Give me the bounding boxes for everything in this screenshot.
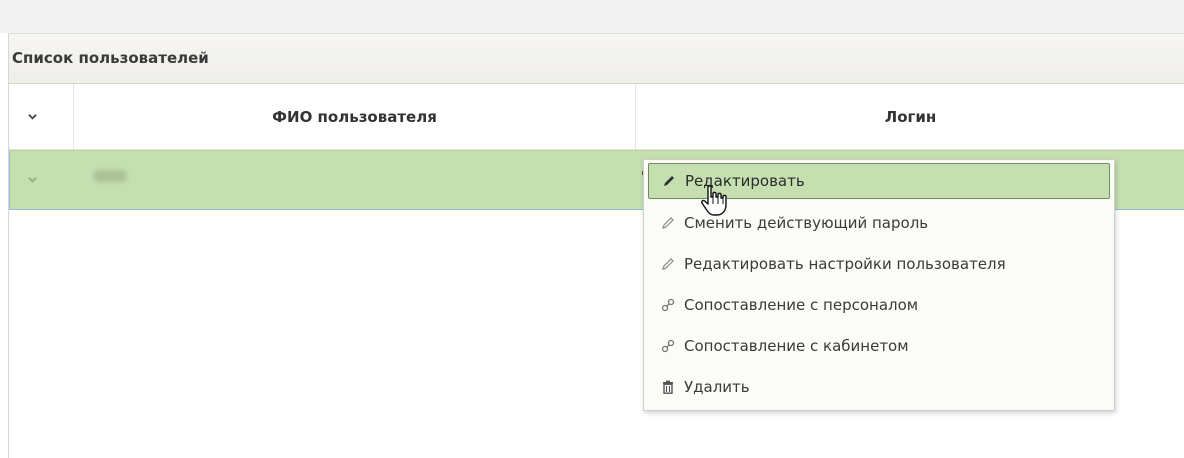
hand-cursor-icon (701, 185, 727, 216)
column-header-fio[interactable]: ФИО пользователя (74, 84, 636, 150)
link-icon (660, 297, 676, 313)
redacted-user-name (93, 170, 127, 182)
chevron-down-icon[interactable] (28, 175, 37, 184)
top-strip (0, 0, 1184, 33)
pencil-icon (661, 173, 677, 189)
chevron-down-icon (28, 114, 37, 120)
column-header-login[interactable]: Логин (636, 84, 1184, 150)
trash-icon (660, 379, 676, 395)
menu-item-label: Сопоставление с персоналом (684, 296, 919, 314)
column-header-select[interactable] (9, 84, 74, 150)
pencil-icon (660, 215, 676, 231)
link-icon (660, 338, 676, 354)
menu-item-user-settings[interactable]: Редактировать настройки пользователя (648, 246, 1110, 282)
column-header-login-label: Логин (884, 108, 937, 126)
menu-item-match-cabinet[interactable]: Сопоставление с кабинетом (648, 328, 1110, 364)
menu-item-label: Сопоставление с кабинетом (684, 337, 909, 355)
panel-title: Список пользователей (12, 49, 209, 67)
panel-header: Список пользователей (9, 34, 1184, 84)
menu-item-delete[interactable]: Удалить (648, 369, 1110, 405)
pencil-icon (660, 256, 676, 272)
menu-item-label: Удалить (684, 378, 750, 396)
menu-item-label: Редактировать настройки пользователя (684, 255, 1006, 273)
menu-item-match-staff[interactable]: Сопоставление с персоналом (648, 287, 1110, 323)
column-header-fio-label: ФИО пользователя (272, 108, 437, 126)
